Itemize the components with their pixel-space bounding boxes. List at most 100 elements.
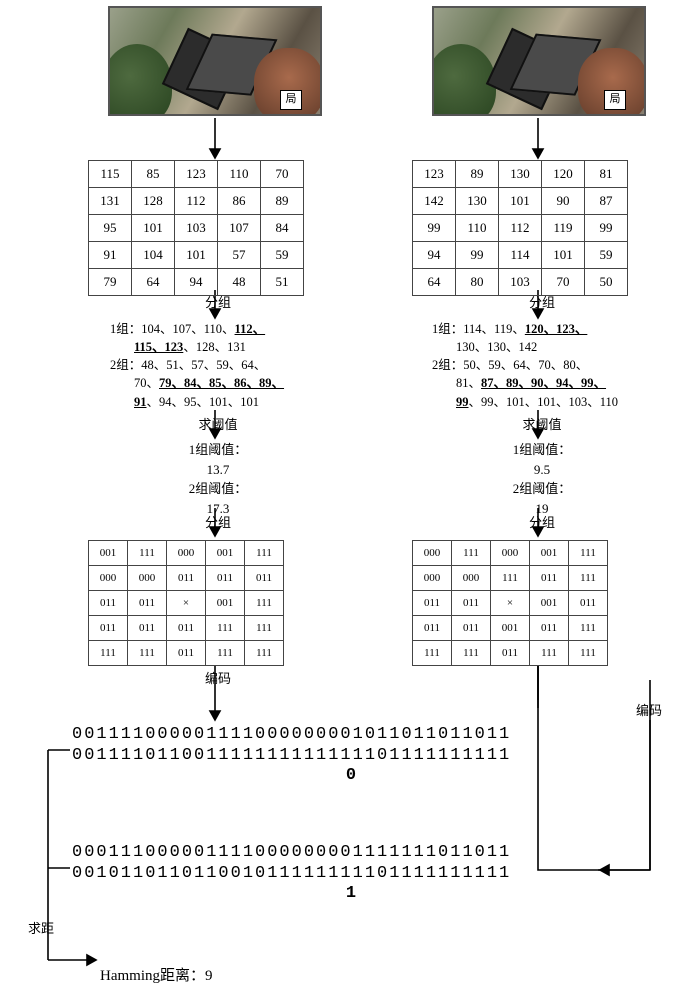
table-row: 949911410159 — [413, 242, 628, 269]
input-image-right: 局 — [432, 6, 646, 116]
table-row: 000111000001111 — [413, 541, 608, 566]
cell: 111 — [530, 641, 569, 666]
cell: 103 — [175, 215, 218, 242]
thr2-label: 2组阈值： — [412, 479, 672, 499]
cell: 120 — [542, 161, 585, 188]
cell: 107 — [218, 215, 261, 242]
cell: 000 — [491, 541, 530, 566]
cell: 011 — [413, 616, 452, 641]
cell: 111 — [206, 616, 245, 641]
cell: 99 — [456, 242, 499, 269]
thr1-label: 1组阈值： — [88, 440, 348, 460]
distance-op-label: 求距 — [28, 918, 54, 937]
cell: 111 — [245, 641, 284, 666]
table-row: 1421301019087 — [413, 188, 628, 215]
cell: 011 — [452, 616, 491, 641]
cell: 70 — [261, 161, 304, 188]
cell: 000 — [413, 566, 452, 591]
table-row: 9510110310784 — [89, 215, 304, 242]
cell: 000 — [167, 541, 206, 566]
step-encode-right: 分组 — [412, 512, 672, 531]
cell: 81 — [585, 161, 628, 188]
g1-line2: 130、130、142 — [432, 338, 682, 356]
g1-line1: 1组：114、119、120、123、 — [432, 320, 682, 338]
cell: 011 — [245, 566, 284, 591]
input-image-left: 局 — [108, 6, 322, 116]
cell: 011 — [128, 616, 167, 641]
cell: 111 — [413, 641, 452, 666]
table-row: 111111011111111 — [413, 641, 608, 666]
cell: 95 — [89, 215, 132, 242]
g2-line1: 2组：48、51、57、59、64、 — [110, 356, 350, 374]
encode-label-left: 编码 — [88, 668, 348, 687]
thr1-value: 13.7 — [88, 460, 348, 480]
cube-object — [162, 28, 244, 110]
cell: 142 — [413, 188, 456, 215]
cell: 110 — [218, 161, 261, 188]
cell: 001 — [491, 616, 530, 641]
code-matrix-right: 000111000001111000000111011111011011×001… — [412, 540, 608, 666]
thr2-label: 2组阈值： — [88, 479, 348, 499]
table-row: 011011×001111 — [89, 591, 284, 616]
groups-left: 1组：104、107、110、112、 115、123、128、131 2组：4… — [110, 320, 350, 411]
bin-row: 001111000001111000000001011011011011 — [72, 724, 632, 745]
cell: 86 — [218, 188, 261, 215]
cell: 011 — [413, 591, 452, 616]
pixel-matrix-left: 1158512311070131128112868995101103107849… — [88, 160, 304, 296]
cell: 011 — [452, 591, 491, 616]
bin-tail: 1 — [72, 883, 632, 904]
step-encode-left: 分组 — [88, 512, 348, 531]
cell: 011 — [167, 641, 206, 666]
region-marker-right: 局 — [604, 90, 626, 110]
cell: 011 — [89, 616, 128, 641]
cell: 91 — [89, 242, 132, 269]
table-row: 1238913012081 — [413, 161, 628, 188]
cell: 112 — [175, 188, 218, 215]
table-row: 1158512311070 — [89, 161, 304, 188]
cell: 011 — [167, 616, 206, 641]
cell: 011 — [530, 616, 569, 641]
bin-row: 000111000001111000000001111111011011 — [72, 842, 632, 863]
cell: 011 — [167, 566, 206, 591]
g1-line1: 1组：104、107、110、112、 — [110, 320, 350, 338]
thresholds-left: 1组阈值： 13.7 2组阈值： 17.3 — [88, 440, 348, 518]
cell: 123 — [175, 161, 218, 188]
cell: 011 — [530, 566, 569, 591]
table-row: 001111000001111 — [89, 541, 284, 566]
encode-label-right: 编码 — [594, 700, 683, 719]
cell: 99 — [413, 215, 456, 242]
cell: 001 — [206, 591, 245, 616]
cell: 001 — [530, 541, 569, 566]
cell: 59 — [261, 242, 304, 269]
table-row: 011011001011111 — [413, 616, 608, 641]
cell: 011 — [569, 591, 608, 616]
cell: 110 — [456, 215, 499, 242]
cell: 90 — [542, 188, 585, 215]
thr1-label: 1组阈值： — [412, 440, 672, 460]
bin-row: 001111011001111111111111101111111111 — [72, 745, 632, 766]
cell: × — [491, 591, 530, 616]
pixel-matrix-left-wrap: 1158512311070131128112868995101103107849… — [88, 160, 304, 296]
cell: 111 — [89, 641, 128, 666]
table-row: 000000011011011 — [89, 566, 284, 591]
step-threshold-right: 求阈值 — [412, 414, 672, 433]
cell: 94 — [413, 242, 456, 269]
groups-right: 1组：114、119、120、123、 130、130、142 2组：50、59… — [432, 320, 682, 411]
cell: 101 — [175, 242, 218, 269]
cell: 84 — [261, 215, 304, 242]
cell: 115 — [89, 161, 132, 188]
g2-line2: 81、87、89、90、94、99、 — [432, 374, 682, 392]
cell: 111 — [491, 566, 530, 591]
cell: 000 — [89, 566, 128, 591]
cube-object — [486, 28, 568, 110]
cell: × — [167, 591, 206, 616]
page-root: 局 局 — [0, 0, 683, 1000]
cell: 89 — [456, 161, 499, 188]
table-row: 111111011111111 — [89, 641, 284, 666]
table-row: 9911011211999 — [413, 215, 628, 242]
step-group-right: 分组 — [412, 292, 672, 311]
cell: 000 — [128, 566, 167, 591]
cell: 101 — [499, 188, 542, 215]
cell: 123 — [413, 161, 456, 188]
code-matrix-left-wrap: 001111000001111000000011011011011011×001… — [88, 540, 284, 666]
